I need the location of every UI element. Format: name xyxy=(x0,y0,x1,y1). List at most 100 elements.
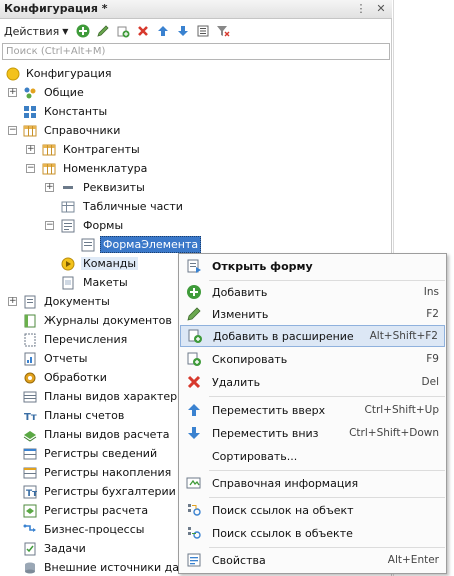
catalog-icon xyxy=(42,163,56,174)
tree-node-nomenclature[interactable]: − Номенклатура xyxy=(0,159,390,178)
move-down-icon[interactable] xyxy=(174,22,192,40)
accounting-register-icon: Тт xyxy=(23,485,37,499)
tree-node-constants[interactable]: Константы xyxy=(0,102,390,121)
menu-item-add[interactable]: Добавить Ins xyxy=(180,281,445,303)
svg-text:Тт: Тт xyxy=(24,412,37,423)
collapse-icon[interactable]: − xyxy=(8,126,17,135)
svg-text:Тт: Тт xyxy=(26,489,37,499)
tree-label: Регистры бухгалтерии xyxy=(44,485,176,498)
tree-label: Планы видов расчета xyxy=(44,428,170,441)
tree-label: Регистры сведений xyxy=(44,447,158,460)
context-menu: Открыть форму Добавить Ins Изменить F2 Д… xyxy=(178,253,447,574)
menu-item-sort[interactable]: Сортировать... xyxy=(180,445,445,467)
journals-icon xyxy=(24,314,36,327)
list-icon[interactable] xyxy=(194,22,212,40)
business-process-icon xyxy=(23,524,36,532)
menu-item-find-refs-in-object[interactable]: Поиск ссылок в объекте xyxy=(180,522,445,544)
tree-label: Константы xyxy=(44,105,108,118)
tree-label: Табличные части xyxy=(83,200,183,213)
delete-icon xyxy=(187,375,201,389)
calculation-register-icon xyxy=(23,504,37,517)
menu-label: Сортировать... xyxy=(212,449,298,463)
edit-pencil-icon[interactable] xyxy=(94,22,112,40)
menu-item-move-down[interactable]: Переместить вниз Ctrl+Shift+Down xyxy=(180,422,445,444)
menu-item-properties[interactable]: Свойства Alt+Enter xyxy=(180,549,445,571)
add-icon[interactable] xyxy=(74,22,92,40)
expand-icon[interactable]: + xyxy=(45,183,54,192)
tree-label: Перечисления xyxy=(44,333,128,346)
tree-label: Задачи xyxy=(44,542,86,555)
search-input[interactable] xyxy=(3,44,389,59)
actions-label: Действия xyxy=(4,24,60,38)
reports-icon xyxy=(24,352,36,365)
tree-label: Журналы документов xyxy=(44,314,172,327)
expand-icon[interactable]: + xyxy=(8,88,17,97)
tree-label: Контрагенты xyxy=(63,143,140,156)
menu-item-add-to-extension[interactable]: Добавить в расширение Alt+Shift+F2 xyxy=(180,325,445,347)
menu-shortcut: Del xyxy=(421,376,439,388)
menu-item-move-up[interactable]: Переместить вверх Ctrl+Shift+Up xyxy=(180,399,445,421)
tree-node-configuration[interactable]: Конфигурация xyxy=(0,64,390,83)
collapse-icon[interactable]: − xyxy=(45,221,54,230)
calculation-types-icon xyxy=(23,430,37,442)
templates-icon xyxy=(62,276,74,289)
tree-node-tabular-sections[interactable]: Табличные части xyxy=(0,197,390,216)
menu-icon[interactable]: ⋮ xyxy=(354,1,368,16)
menu-shortcut: Ctrl+Shift+Up xyxy=(364,404,440,416)
menu-item-copy[interactable]: Скопировать F9 xyxy=(180,348,445,370)
accumulation-register-icon xyxy=(23,467,37,478)
menu-shortcut: Ins xyxy=(423,286,439,298)
tree-node-catalogs[interactable]: − Справочники xyxy=(0,121,390,140)
commands-icon xyxy=(61,257,75,270)
menu-shortcut: Ctrl+Shift+Down xyxy=(349,427,439,439)
copy-icon[interactable] xyxy=(114,22,132,40)
catalog-icon xyxy=(23,125,37,136)
documents-icon xyxy=(24,295,36,308)
menu-item-find-refs-to-object[interactable]: Поиск ссылок на объект xyxy=(180,499,445,521)
tree-label: Бизнес-процессы xyxy=(44,523,145,536)
menu-label: Переместить вверх xyxy=(212,403,326,417)
menu-item-edit[interactable]: Изменить F2 xyxy=(180,303,445,325)
processors-icon xyxy=(24,372,36,383)
tree-label-selected: ФормаЭлемента xyxy=(100,236,202,253)
search-field[interactable] xyxy=(2,43,390,60)
common-icon xyxy=(24,87,36,98)
tree-label: Обработки xyxy=(44,371,107,384)
menu-item-delete[interactable]: Удалить Del xyxy=(180,371,445,393)
form-icon xyxy=(81,238,95,251)
chart-of-accounts-icon: Тт xyxy=(24,412,37,423)
expand-icon[interactable]: + xyxy=(26,145,35,154)
configuration-icon xyxy=(6,67,20,80)
tree-node-forms[interactable]: − Формы xyxy=(0,216,390,235)
menu-shortcut: F2 xyxy=(426,308,439,320)
tree-label: Документы xyxy=(44,295,110,308)
menu-item-open-form[interactable]: Открыть форму xyxy=(180,255,445,277)
menu-label: Поиск ссылок в объекте xyxy=(212,526,353,540)
open-form-icon xyxy=(187,259,201,273)
move-up-icon[interactable] xyxy=(154,22,172,40)
actions-button[interactable]: Действия ▼ xyxy=(4,25,72,38)
close-icon[interactable]: ✕ xyxy=(374,1,388,16)
enumerations-icon xyxy=(24,333,36,346)
tree-label: Макеты xyxy=(83,276,128,289)
move-up-icon xyxy=(188,404,200,416)
tree-node-attributes[interactable]: + Реквизиты xyxy=(0,178,390,197)
tree-label: Общие xyxy=(44,86,84,99)
filter-icon[interactable] xyxy=(214,22,232,40)
collapse-icon[interactable]: − xyxy=(26,164,35,173)
characteristic-types-icon xyxy=(23,391,37,402)
delete-icon[interactable] xyxy=(134,22,152,40)
find-references-in-icon xyxy=(188,527,201,539)
tree-node-element-form[interactable]: ФормаЭлемента xyxy=(0,235,390,254)
tree-node-common[interactable]: + Общие xyxy=(0,83,390,102)
tree-label: Справочники xyxy=(44,124,121,137)
expand-icon[interactable]: + xyxy=(8,297,17,306)
table-icon xyxy=(61,201,75,212)
toolbar: Действия ▼ xyxy=(0,20,392,42)
forms-icon xyxy=(61,219,75,232)
tree-node-counterparties[interactable]: + Контрагенты xyxy=(0,140,390,159)
menu-label: Переместить вниз xyxy=(212,426,319,440)
tree-label: Регистры накопления xyxy=(44,466,172,479)
menu-shortcut: F9 xyxy=(426,353,439,365)
menu-item-reference-info[interactable]: Справочная информация xyxy=(180,472,445,494)
